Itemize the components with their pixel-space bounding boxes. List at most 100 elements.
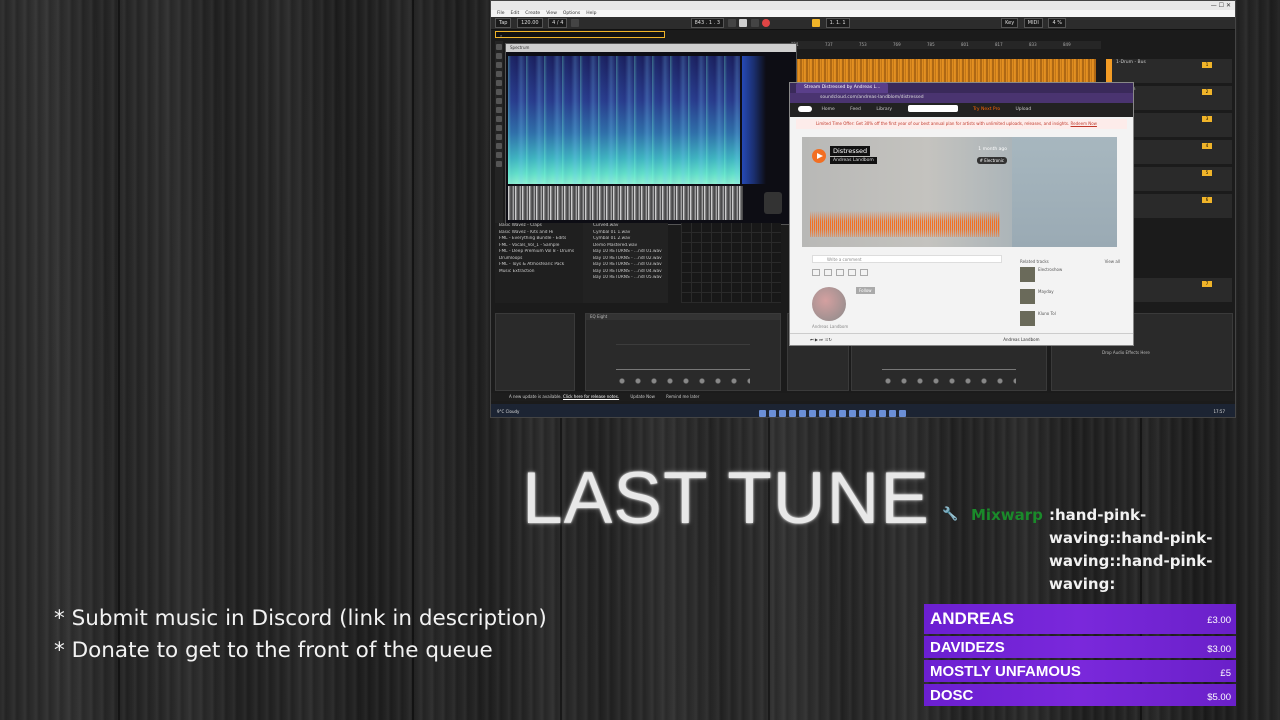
remind-later-button[interactable]: Remind me later [666, 394, 699, 399]
transport-bar: Tap 120.00 4 / 4 843 . 1 . 3 1. 1. 1 Key… [491, 17, 1235, 30]
notice-text: A new update is available. [509, 394, 562, 399]
track-actions [812, 269, 872, 277]
menu-file[interactable]: File [497, 11, 505, 16]
daw-search-input[interactable]: ⌕ [495, 31, 665, 38]
list-item[interactable]: Kluno Tol [1020, 311, 1120, 329]
loop-icon[interactable] [812, 18, 820, 27]
device-slot[interactable] [495, 313, 575, 391]
upload-link[interactable]: Upload [1016, 107, 1032, 112]
tap-button[interactable]: Tap [495, 17, 512, 28]
time-signature-field[interactable]: 4 / 4 [548, 17, 568, 28]
update-notice: A new update is available. Click here fo… [491, 393, 1235, 401]
genre-tag[interactable]: # Electronic [976, 157, 1007, 164]
follow-button[interactable]: Follow [856, 287, 875, 294]
wrench-icon: 🔧 [942, 507, 959, 522]
donation-amount: £5 [1220, 668, 1231, 679]
play-button-icon[interactable] [812, 149, 826, 163]
repost-icon[interactable] [824, 269, 832, 276]
menu-edit[interactable]: Edit [511, 11, 520, 16]
record-icon[interactable] [762, 18, 771, 27]
back-icon[interactable] [727, 18, 736, 27]
share-icon[interactable] [836, 269, 844, 276]
eq-eight-device[interactable]: EQ Eight [585, 313, 781, 391]
list-item[interactable]: Bay 10 RETURNS - ...ndl 05.wav [583, 275, 668, 282]
playback-bar: ⏮ ▶ ⏭ ⤨ ↻ Andreas Landbom [790, 333, 1133, 345]
key-button[interactable]: Key [1001, 17, 1019, 28]
artist-name[interactable]: Andreas Landbom [812, 324, 848, 329]
eq-curve[interactable] [616, 324, 750, 370]
list-item[interactable]: Bay 10 RETURNS - ...ndl 03.wav [583, 262, 668, 269]
player-controls-icon[interactable]: ⏮ ▶ ⏭ ⤨ ↻ [810, 337, 832, 342]
daw-title-bar: — ☐ ✕ [491, 1, 1235, 10]
weather-widget[interactable]: 9°C Cloudy [497, 404, 519, 417]
more-icon[interactable] [860, 269, 868, 276]
donation-queue: ANDREAS £3.00 DAVIDEZS $3.00 MOSTLY UNFA… [924, 604, 1236, 708]
eq-knobs[interactable] [616, 376, 750, 386]
redeem-now-link[interactable]: Redeem Now [1071, 121, 1097, 126]
spectrogram-display [508, 56, 740, 184]
daw-menu-bar: File Edit Create View Options Help [491, 10, 1235, 17]
donor-name: ANDREAS [930, 609, 1015, 628]
track-artist[interactable]: Andreas Landbom [830, 157, 877, 164]
donation-row: DAVIDEZS $3.00 [924, 636, 1236, 658]
menu-view[interactable]: View [546, 11, 557, 16]
window-controls-icon[interactable]: — ☐ ✕ [1211, 1, 1231, 10]
copy-link-icon[interactable] [848, 269, 856, 276]
frequency-histogram [742, 56, 782, 184]
clip-grid[interactable] [681, 223, 781, 303]
nav-library[interactable]: Library [876, 107, 892, 112]
eq-knobs[interactable] [882, 376, 1016, 386]
player-artist: Andreas Landbom [1003, 337, 1040, 342]
audio-clip-waveform[interactable] [791, 59, 1096, 83]
track-header[interactable]: 1-Drum - Bus 1 [1106, 59, 1232, 83]
release-notes-link[interactable]: Click here for release notes. [563, 394, 619, 399]
list-item[interactable]: Electroshow [1020, 267, 1120, 285]
position-field[interactable]: 843 . 1 . 3 [690, 17, 725, 28]
update-now-button[interactable]: Update Now [630, 394, 654, 399]
loop-position-field[interactable]: 1. 1. 1 [825, 17, 850, 28]
donor-name: DOSC [930, 687, 974, 704]
donation-row: ANDREAS £3.00 [924, 604, 1236, 634]
nav-home[interactable]: Home [821, 107, 834, 112]
tempo-field[interactable]: 120.00 [517, 17, 543, 28]
browser-category-icons[interactable] [495, 41, 503, 231]
menu-create[interactable]: Create [525, 11, 540, 16]
chat-text: :hand-pink-waving::hand-pink-waving::han… [1049, 506, 1213, 593]
offer-text: Limited Time Offer: Get 30% off the firs… [816, 121, 1070, 126]
related-tracks: Related tracks View all Electroshow Mayd… [1020, 259, 1120, 333]
waveform-display [508, 186, 743, 220]
browser-tab[interactable]: Stream Distressed by Andreas L... [796, 83, 889, 93]
view-all-link[interactable]: View all [1105, 259, 1120, 264]
plugin-knob[interactable] [764, 192, 782, 214]
list-item[interactable]: Bay 10 RETURNS - ...ndl 01.wav [583, 249, 668, 256]
donation-row: DOSC $5.00 [924, 684, 1236, 706]
system-clock[interactable]: 17:57 [1213, 404, 1225, 417]
info-line: * Submit music in Discord (link in descr… [54, 606, 547, 631]
donor-name: MOSTLY UNFAMOUS [930, 663, 1081, 680]
arrangement-ruler[interactable]: 721737753769785801817833849 [791, 41, 1101, 49]
menu-options[interactable]: Options [563, 11, 580, 16]
plugin-title-bar[interactable]: Spectrum [506, 44, 796, 52]
try-next-pro-link[interactable]: Try Next Pro [973, 107, 1000, 112]
track-waveform[interactable] [810, 211, 1000, 237]
browser-window: Stream Distressed by Andreas L... soundc… [789, 82, 1134, 346]
search-input[interactable] [907, 105, 958, 112]
metronome-icon[interactable] [570, 18, 579, 27]
last-tune-title: LAST TUNE [522, 458, 930, 539]
donor-name: DAVIDEZS [930, 639, 1005, 656]
taskbar-app-icons[interactable] [759, 408, 909, 417]
device-title: EQ Eight [586, 314, 780, 320]
list-item[interactable]: Mayday [1020, 289, 1120, 307]
midi-button[interactable]: MIDI [1023, 17, 1043, 28]
soundcloud-nav: Home Feed Library Try Next Pro Upload [790, 103, 1133, 117]
donation-row: MOSTLY UNFAMOUS £5 [924, 660, 1236, 682]
soundcloud-logo-icon[interactable] [798, 105, 812, 112]
address-bar[interactable]: soundcloud.com/andreas-landblom/distress… [790, 93, 1133, 103]
play-icon[interactable] [739, 18, 748, 27]
like-icon[interactable] [812, 269, 820, 276]
avatar[interactable] [812, 287, 846, 321]
menu-help[interactable]: Help [586, 11, 596, 16]
stop-icon[interactable] [750, 18, 759, 27]
comment-input[interactable]: Write a comment [812, 255, 1002, 263]
nav-feed[interactable]: Feed [850, 107, 861, 112]
